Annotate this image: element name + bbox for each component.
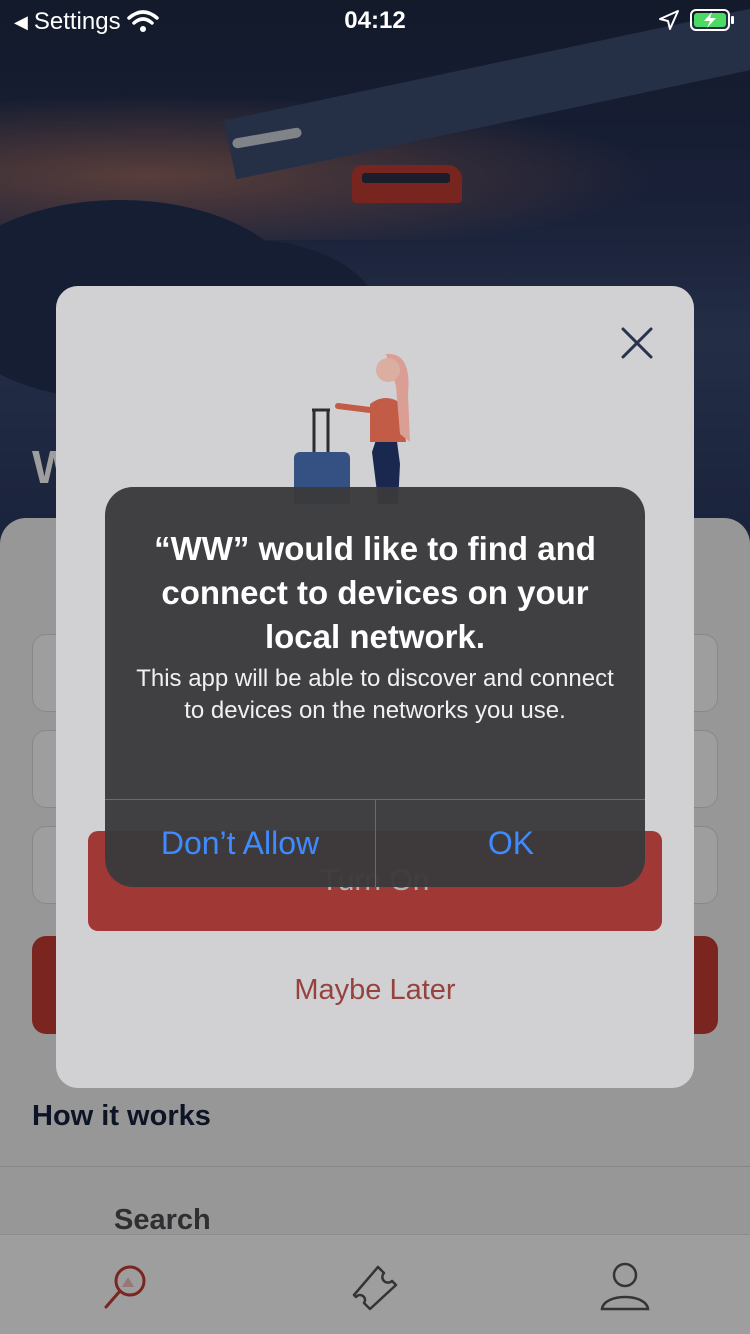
status-indicators: [658, 8, 736, 32]
ok-button[interactable]: OK: [376, 800, 645, 887]
local-network-alert: “WW” would like to find and connect to d…: [105, 487, 645, 887]
status-time: 04:12: [344, 7, 406, 34]
battery-charging-icon: [690, 9, 734, 31]
alert-title: “WW” would like to find and connect to d…: [154, 530, 596, 655]
alert-message: This app will be able to discover and co…: [136, 665, 614, 724]
location-arrow-icon: [659, 10, 679, 30]
dont-allow-button[interactable]: Don’t Allow: [105, 800, 375, 887]
status-bar: ◀ Settings 04:12: [0, 0, 750, 40]
